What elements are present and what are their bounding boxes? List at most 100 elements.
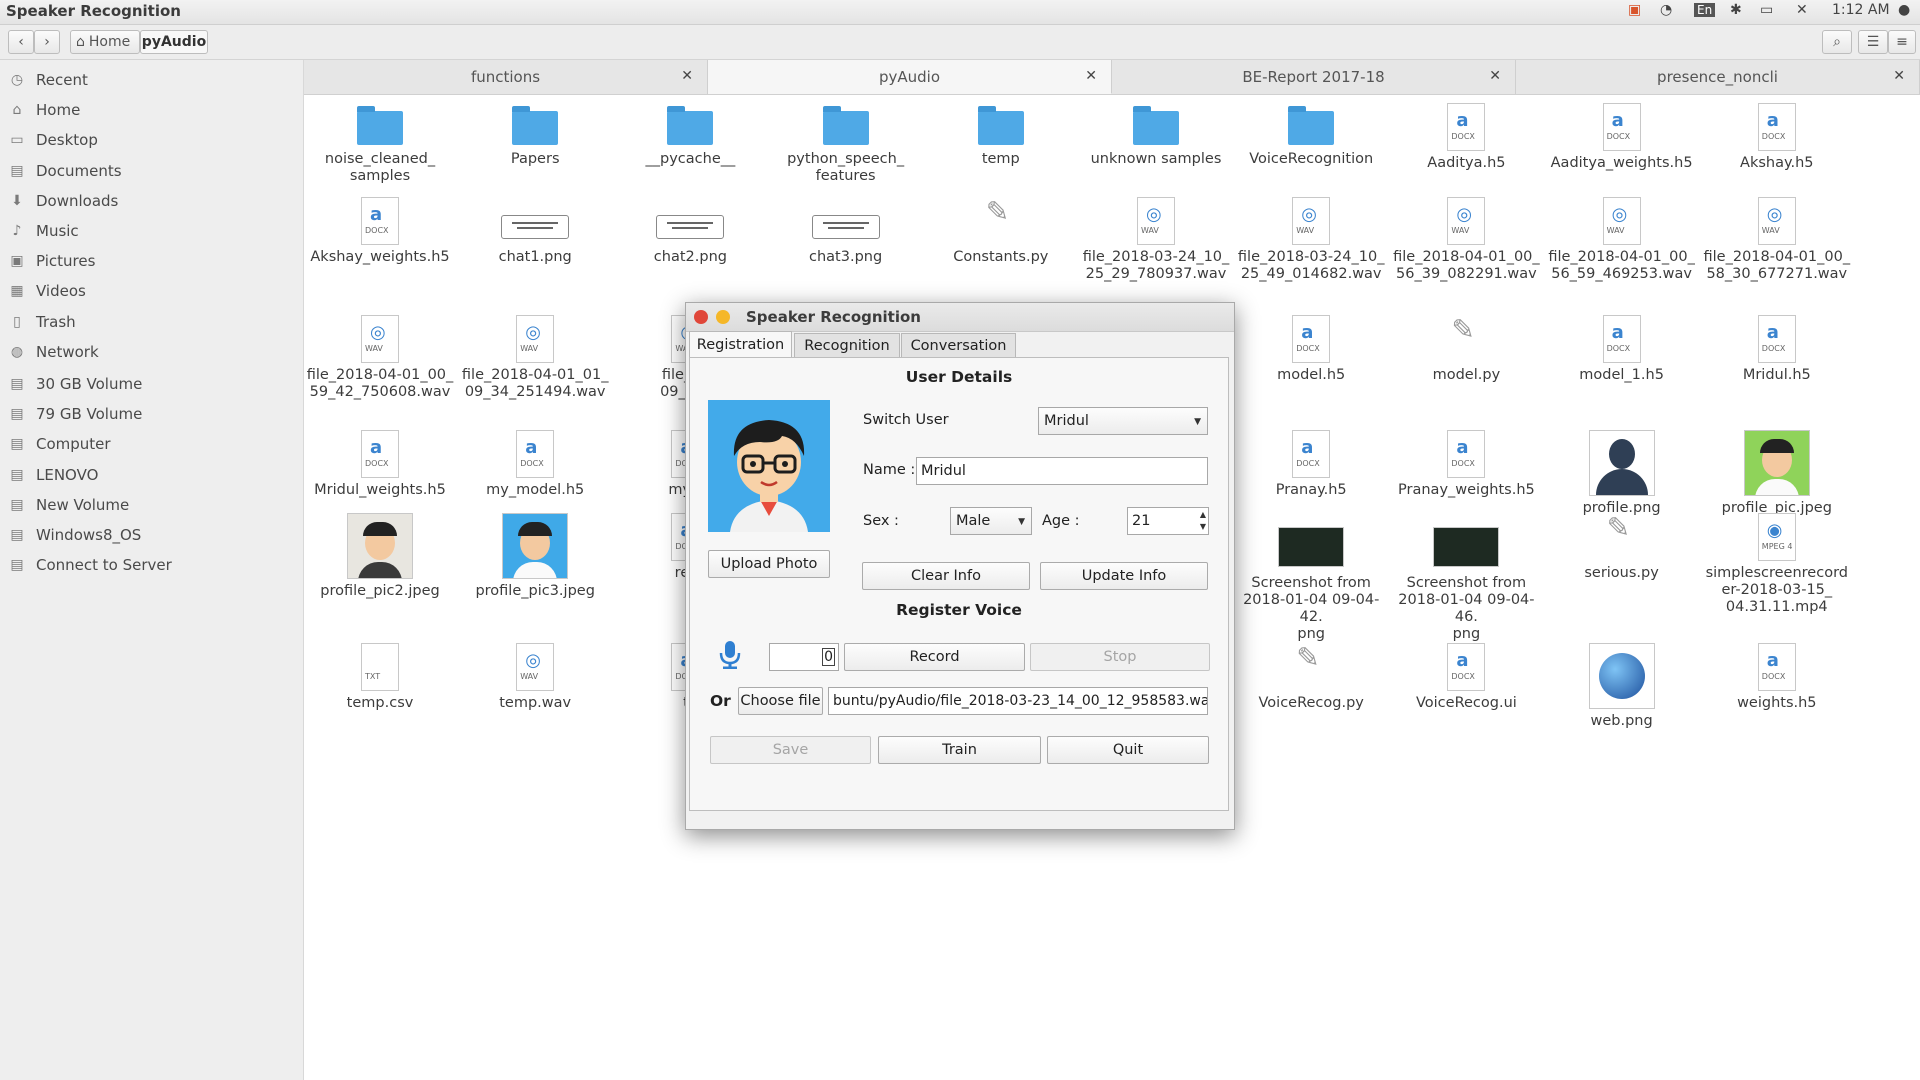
close-icon[interactable]: ✕ (1489, 68, 1501, 84)
file-item[interactable]: chat1.png (460, 197, 610, 266)
back-button[interactable]: ‹ (8, 30, 34, 54)
file-item[interactable]: ✎ Constants.py (926, 197, 1076, 266)
file-item[interactable]: ✎ VoiceRecog.py (1236, 643, 1386, 712)
file-item[interactable]: a DOCX Mridul_weights.h5 (305, 430, 455, 499)
tab-be-report-2017-18[interactable]: BE-Report 2017-18 ✕ (1112, 60, 1516, 94)
close-icon[interactable]: ✕ (681, 68, 693, 84)
tab-registration[interactable]: Registration (689, 331, 792, 357)
file-item[interactable]: chat3.png (771, 197, 921, 266)
file-item[interactable]: VoiceRecognition (1236, 103, 1386, 168)
sidebar-item-network[interactable]: ◍ Network (8, 338, 99, 366)
file-item[interactable]: profile.png (1547, 430, 1697, 517)
file-item[interactable]: ◎ WAV file_2018-03-24_10_ 25_49_014682.wav (1236, 197, 1386, 283)
quit-button[interactable]: Quit (1047, 736, 1209, 764)
tab-functions[interactable]: functions ✕ (304, 60, 708, 94)
minimize-icon[interactable] (716, 310, 730, 324)
clock[interactable]: 1:12 AM (1832, 2, 1890, 18)
tab-presence-noncli[interactable]: presence_noncli ✕ (1516, 60, 1920, 94)
sidebar-item-documents[interactable]: ▤ Documents (8, 157, 121, 185)
keyboard-layout-indicator[interactable]: En (1694, 3, 1716, 17)
forward-button[interactable]: › (34, 30, 60, 54)
file-item[interactable]: ◎ WAV file_2018-03-24_10_ 25_29_780937.wav (1081, 197, 1231, 283)
sidebar-item-pictures[interactable]: ▣ Pictures (8, 247, 95, 275)
file-item[interactable]: a DOCX Aaditya_weights.h5 (1547, 103, 1697, 172)
file-item[interactable]: a DOCX Aaditya.h5 (1391, 103, 1541, 172)
file-item[interactable]: a DOCX Pranay_weights.h5 (1391, 430, 1541, 499)
dialog-titlebar[interactable]: Speaker Recognition (686, 303, 1234, 332)
file-item[interactable]: profile_pic2.jpeg (305, 513, 455, 600)
close-icon[interactable]: ✕ (1085, 68, 1097, 84)
file-item[interactable]: a DOCX my_model.h5 (460, 430, 610, 499)
search-button[interactable]: ⌕ (1822, 30, 1852, 54)
system-menu-icon[interactable]: ● (1898, 2, 1910, 18)
stop-button[interactable]: Stop (1030, 643, 1210, 671)
file-item[interactable]: profile_pic3.jpeg (460, 513, 610, 600)
file-item[interactable]: a DOCX Akshay.h5 (1702, 103, 1852, 172)
sex-select[interactable]: Male ▼ (950, 507, 1032, 535)
file-item[interactable]: a DOCX model.h5 (1236, 315, 1386, 384)
sidebar-item-79-gb-volume[interactable]: ▤ 79 GB Volume (8, 400, 142, 428)
sidebar-item-music[interactable]: ♪ Music (8, 217, 79, 245)
battery-icon[interactable]: ▭ (1760, 2, 1773, 18)
breadcrumb-home[interactable]: ⌂ Home (70, 30, 140, 54)
age-spinbox[interactable]: 21 ▲ ▼ (1127, 507, 1209, 535)
file-item[interactable]: a DOCX VoiceRecog.ui (1391, 643, 1541, 712)
tab-pyaudio[interactable]: pyAudio ✕ (708, 60, 1112, 94)
file-item[interactable]: noise_cleaned_ samples (305, 103, 455, 185)
update-notifier-icon[interactable]: ▣ (1628, 2, 1641, 18)
file-item[interactable]: ◉ MPEG 4 simplescreenrecord er-2018-03-15_… (1702, 513, 1852, 616)
view-list-button[interactable]: ☰ (1858, 30, 1888, 54)
tab-recognition[interactable]: Recognition (794, 333, 900, 357)
switch-user-select[interactable]: Mridul ▼ (1038, 407, 1208, 435)
train-button[interactable]: Train (878, 736, 1041, 764)
wifi-icon[interactable]: ◔ (1660, 2, 1672, 18)
file-item[interactable]: chat2.png (615, 197, 765, 266)
sidebar-item-new-volume[interactable]: ▤ New Volume (8, 491, 129, 519)
sidebar-item-desktop[interactable]: ▭ Desktop (8, 126, 98, 154)
file-item[interactable]: unknown samples (1081, 103, 1231, 168)
file-item[interactable]: temp (926, 103, 1076, 168)
sidebar-item-videos[interactable]: ▦ Videos (8, 277, 85, 305)
sidebar-item-downloads[interactable]: ⬇ Downloads (8, 187, 118, 215)
sidebar-item-home[interactable]: ⌂ Home (8, 96, 81, 124)
sidebar-item-recent[interactable]: ◷ Recent (8, 66, 88, 94)
bluetooth-icon[interactable]: ✱ (1730, 2, 1742, 18)
file-item[interactable]: ◎ WAV file_2018-04-01_00_ 56_59_469253.wav (1547, 197, 1697, 283)
record-button[interactable]: Record (844, 643, 1025, 671)
file-item[interactable]: ✎ model.py (1391, 315, 1541, 384)
close-icon[interactable] (694, 310, 708, 324)
breadcrumb-current[interactable]: pyAudio (140, 30, 208, 54)
file-item[interactable]: ◎ WAV file_2018-04-01_00_ 59_42_750608.wav (305, 315, 455, 401)
file-item[interactable]: Screenshot from 2018-01-04 09-04-46. png (1391, 513, 1541, 643)
file-path-input[interactable]: buntu/pyAudio/file_2018-03-23_14_00_12_9… (828, 687, 1208, 715)
file-item[interactable]: ◎ WAV temp.wav (460, 643, 610, 712)
file-item[interactable]: Papers (460, 103, 610, 168)
upload-photo-button[interactable]: Upload Photo (708, 550, 830, 578)
file-item[interactable]: ◎ WAV file_2018-04-01_01_ 09_34_251494.wav (460, 315, 610, 401)
clear-info-button[interactable]: Clear Info (862, 562, 1030, 590)
file-item[interactable]: a DOCX Pranay.h5 (1236, 430, 1386, 499)
close-icon[interactable]: ✕ (1893, 68, 1905, 84)
sidebar-item-connect-to-server[interactable]: ▤ Connect to Server (8, 551, 171, 579)
file-item[interactable]: a DOCX weights.h5 (1702, 643, 1852, 712)
file-item[interactable]: a DOCX model_1.h5 (1547, 315, 1697, 384)
file-item[interactable]: ✎ serious.py (1547, 513, 1697, 582)
view-options-button[interactable]: ≡ (1888, 30, 1916, 54)
file-item[interactable]: python_speech_ features (771, 103, 921, 185)
file-item[interactable]: web.png (1547, 643, 1697, 730)
file-item[interactable]: Screenshot from 2018-01-04 09-04-42. png (1236, 513, 1386, 643)
file-item[interactable]: ◎ WAV file_2018-04-01_00_ 56_39_082291.wav (1391, 197, 1541, 283)
sidebar-item-windows8-os[interactable]: ▤ Windows8_OS (8, 521, 141, 549)
file-item[interactable]: profile_pic.jpeg (1702, 430, 1852, 517)
file-item[interactable]: __pycache__ (615, 103, 765, 168)
choose-file-button[interactable]: Choose file (738, 687, 823, 715)
file-item[interactable]: ◎ WAV file_2018-04-01_00_ 58_30_677271.wav (1702, 197, 1852, 283)
tab-conversation[interactable]: Conversation (901, 333, 1016, 357)
spin-arrows-icon[interactable]: ▲ ▼ (1200, 509, 1206, 533)
update-info-button[interactable]: Update Info (1040, 562, 1208, 590)
sidebar-item-30-gb-volume[interactable]: ▤ 30 GB Volume (8, 370, 142, 398)
sidebar-item-computer[interactable]: ▤ Computer (8, 430, 110, 458)
save-button[interactable]: Save (710, 736, 871, 764)
file-item[interactable]: TXT temp.csv (305, 643, 455, 712)
file-item[interactable]: a DOCX Akshay_weights.h5 (305, 197, 455, 266)
